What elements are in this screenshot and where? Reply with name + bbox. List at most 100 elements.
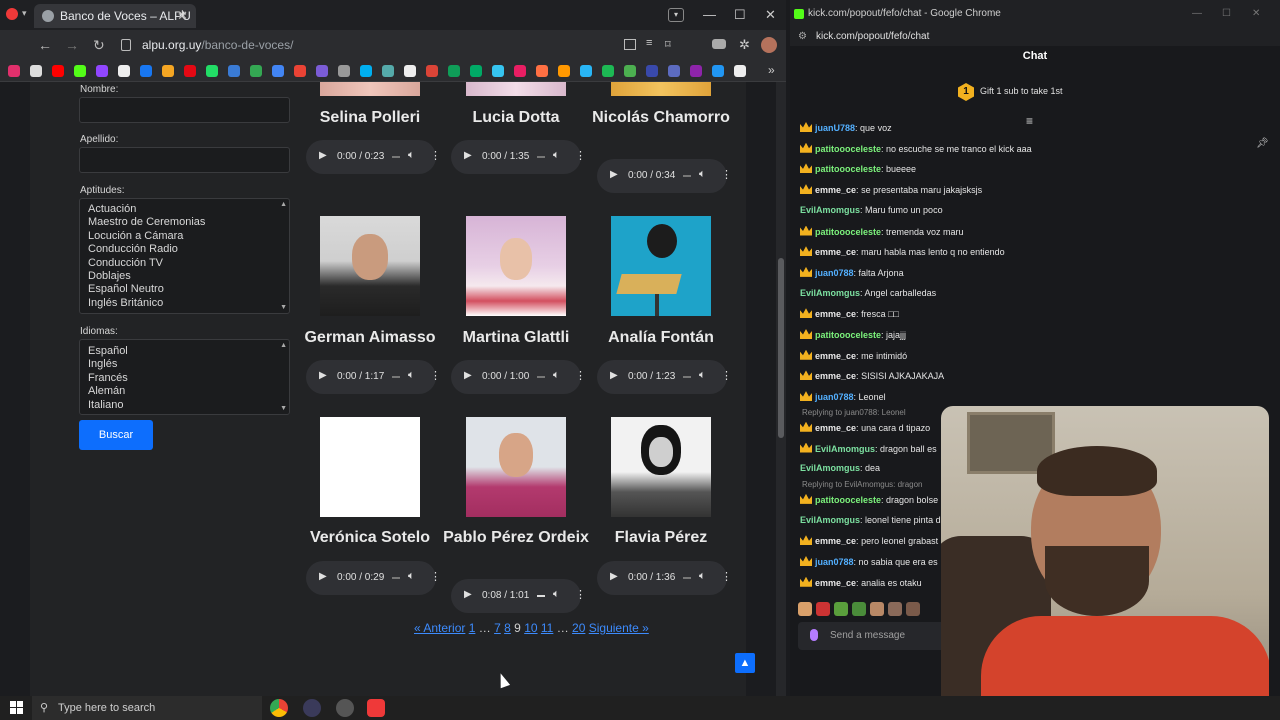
reply-context[interactable]: Replying to EvilAmomgus: dragon [802,480,923,489]
slack-icon[interactable] [492,65,504,77]
volume-icon[interactable]: 🔈︎ [699,369,706,382]
app-icon[interactable] [336,699,354,717]
page-scrollbar[interactable] [776,82,786,696]
chat-username[interactable]: emme_ce [815,423,856,433]
volume-icon[interactable]: 🔈︎ [699,570,706,583]
menu-lines-icon[interactable]: ≡ [646,37,652,49]
chevron-down-icon[interactable]: ▾ [22,8,27,19]
globe-icon[interactable] [712,65,724,77]
netflix-icon[interactable] [184,65,196,77]
chat-message[interactable]: patitoooceleste: no escuche se me tranco… [800,142,1032,157]
amazon-icon[interactable] [404,65,416,77]
extensions-icon[interactable]: ✲ [739,37,750,53]
tiktok-icon[interactable] [118,65,130,77]
volume-icon[interactable]: 🔈︎ [553,369,560,382]
minimize-button[interactable]: — [703,7,716,22]
progress-bar[interactable] [683,175,691,177]
forward-icon[interactable]: → [65,37,79,53]
chat-username[interactable]: juan0788 [815,557,854,567]
chat-message[interactable]: emme_ce: una cara d tipazo [800,421,930,436]
chat-message[interactable]: EvilAmomgus: leonel tiene pinta d [800,515,941,529]
skype-icon[interactable] [360,65,372,77]
chat-username[interactable]: emme_ce [815,309,856,319]
play-icon[interactable]: ▶ [319,150,327,161]
chat-message[interactable]: EvilAmomgus: dragon ball es [800,442,937,457]
chat-username[interactable]: EvilAmomgus [815,444,875,454]
heart-icon[interactable] [580,65,592,77]
play-icon[interactable]: ▶ [610,169,618,180]
sword-icon[interactable] [646,65,658,77]
star-icon[interactable] [514,65,526,77]
progress-bar[interactable] [683,376,691,378]
calendar-icon[interactable] [426,65,438,77]
scroll-up-icon[interactable]: ▲ [280,201,287,208]
scroll-to-top-button[interactable]: ▲ [735,653,755,673]
progress-bar[interactable] [392,577,400,579]
cloud-icon[interactable] [690,65,702,77]
more-options-icon[interactable]: ⋮ [430,149,441,162]
progress-bar[interactable] [537,376,545,378]
chat-username[interactable]: emme_ce [815,185,856,195]
pin-icon[interactable]: 📌︎ [1256,138,1269,149]
chat-username[interactable]: patitoooceleste [815,164,881,174]
chat-username[interactable]: emme_ce [815,351,856,361]
emote-icon[interactable] [834,602,848,616]
chat-message[interactable]: juan0788: Leonel [800,391,886,405]
microphone-icon[interactable] [810,629,818,641]
site-settings-icon[interactable]: ⚙︎ [798,28,807,46]
chat-username[interactable]: emme_ce [815,247,856,257]
more-options-icon[interactable]: ⋮ [721,570,732,583]
address-bar[interactable]: alpu.org.uy/banco-de-voces/ [142,38,293,52]
chat-message[interactable]: patitoooceleste: tremenda voz maru [800,225,964,240]
audio-player[interactable]: ▶ 0:00 / 1:23 🔈︎ ⋮ [597,360,732,394]
emote-icon[interactable] [798,602,812,616]
play-icon[interactable]: ▶ [319,370,327,381]
pagination-page[interactable]: 8 [504,621,511,635]
doc-icon[interactable] [734,65,746,77]
chat-address-bar[interactable]: ⚙︎ kick.com/popout/fefo/chat [790,28,1280,46]
site-info-icon[interactable] [121,39,131,51]
chat-message[interactable]: patitoooceleste: bueeee [800,163,916,177]
audio-player[interactable]: ▶ 0:00 / 0:29 🔈︎ ⋮ [306,561,441,595]
progress-bar[interactable] [537,595,545,597]
twitch-icon[interactable] [96,65,108,77]
idioma-option[interactable]: Español [80,345,289,358]
chat-username[interactable]: patitoooceleste [815,495,881,505]
chat-message[interactable]: emme_ce: pero leonel grabast [800,535,938,549]
bookmark-icon[interactable]: ⌑ [665,38,671,51]
chat-message[interactable]: juan0788: falta Arjona [800,266,904,281]
idiomas-listbox[interactable]: Español Inglés Francés Alemán Italiano ▲… [79,339,290,415]
chat-username[interactable]: EvilAmomgus [800,205,860,215]
progress-bar[interactable] [392,156,400,158]
aptitude-option[interactable]: Conducción TV [80,257,289,270]
scroll-up-icon[interactable]: ▲ [280,342,287,349]
volume-icon[interactable]: 🔈︎ [553,149,560,162]
new-tab-button[interactable]: + [178,6,187,23]
chrome-icon[interactable] [270,699,288,717]
chat-message[interactable]: emme_ce: analia es otaku [800,576,922,591]
emote-icon[interactable] [852,602,866,616]
x-icon[interactable] [30,65,42,77]
audio-player[interactable]: ▶ 0:08 / 1:01 🔈︎ ⋮ [451,579,586,613]
volume-icon[interactable]: 🔈︎ [699,168,706,181]
chat-username[interactable]: juan0788 [815,392,854,402]
volume-icon[interactable]: 🔈︎ [408,149,415,162]
aptitudes-listbox[interactable]: Actuación Maestro de Ceremonias Locución… [79,198,290,314]
chat-message[interactable]: emme_ce: maru habla mas lento q no entie… [800,246,1005,260]
play-icon[interactable]: ▶ [319,571,327,582]
audio-player[interactable]: ▶ 0:00 / 1:36 🔈︎ ⋮ [597,561,732,595]
pagination-page[interactable]: 7 [494,621,501,635]
reader-view-icon[interactable] [624,39,636,50]
incognito-icon[interactable] [712,39,726,49]
progress-bar[interactable] [537,156,545,158]
more-options-icon[interactable]: ⋮ [721,168,732,181]
back-icon[interactable]: ← [38,37,52,53]
volume-icon[interactable]: 🔈︎ [553,588,560,601]
emote-icon[interactable] [870,602,884,616]
gift-banner[interactable]: 1 Gift 1 sub to take 1st [958,83,1063,101]
spotify-icon[interactable] [602,65,614,77]
progress-bar[interactable] [392,376,400,378]
chat-username[interactable]: emme_ce [815,371,856,381]
play-icon[interactable]: ▶ [464,370,472,381]
chat-username[interactable]: EvilAmomgus [800,515,860,525]
